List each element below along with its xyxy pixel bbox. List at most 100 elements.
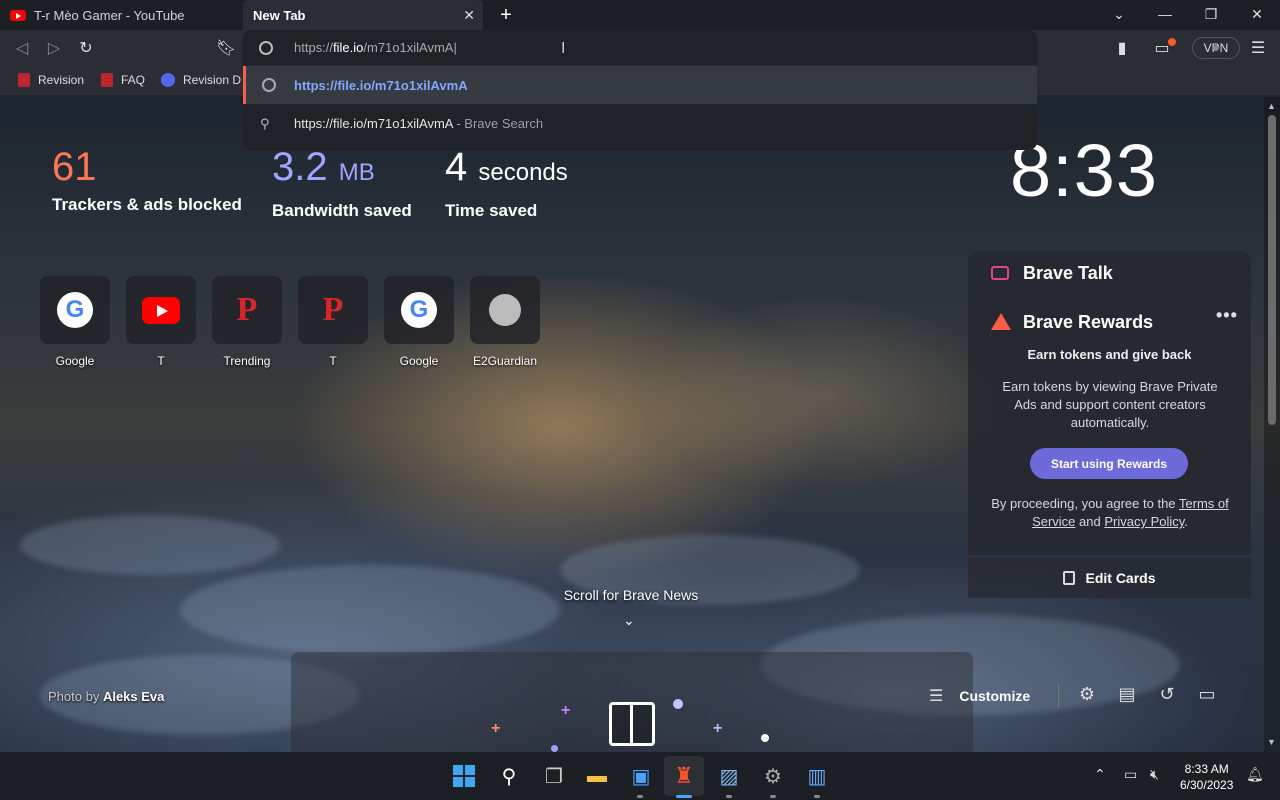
site-info-globe-icon[interactable] [259, 41, 273, 55]
more-options-icon[interactable]: ••• [1216, 305, 1238, 326]
top-site-google-2[interactable]: G Google [384, 276, 454, 368]
globe-icon [262, 78, 276, 92]
url-host: file.io [333, 40, 364, 55]
taskbar-indicator-active [676, 795, 692, 798]
globe-icon [489, 294, 521, 326]
discord-icon [161, 73, 175, 87]
taskbar-search-icon[interactable]: ⚲ [495, 762, 523, 790]
bookmark-label: Revision [38, 73, 85, 87]
google-icon: G [57, 292, 93, 328]
start-windows-icon[interactable] [450, 762, 478, 790]
window-close-icon[interactable]: ✕ [1247, 6, 1267, 23]
suggestion-url[interactable]: https://file.io/m71o1xilAvmA [243, 66, 1037, 104]
time-label: Time saved [445, 201, 538, 220]
revision-icon [101, 73, 113, 87]
settings-icon[interactable]: ⚙ [759, 762, 787, 790]
top-site-youtube[interactable]: T [126, 276, 196, 368]
top-site-t[interactable]: P T [298, 276, 368, 368]
youtube-icon [142, 296, 180, 324]
decor-dot [673, 699, 683, 709]
news-book-icon [609, 702, 655, 746]
show-hidden-icons-chevron-icon[interactable]: ⌃ [1094, 766, 1106, 783]
stat-trackers: 61 Trackers & ads blocked [52, 143, 242, 215]
brave-talk-card[interactable]: Brave Talk [968, 251, 1251, 295]
page-scrollbar[interactable]: ▲ ▼ [1264, 97, 1280, 752]
tab-search-chevron-icon[interactable]: ⌄ [1109, 6, 1129, 23]
bookmark-label: Revision Di [183, 73, 241, 87]
system-time: 8:33 AM [1184, 762, 1229, 776]
reload-icon[interactable]: ↻ [76, 38, 96, 58]
vpn-status-dot [1213, 45, 1219, 51]
brave-browser-icon[interactable]: ♜ [664, 756, 704, 796]
tab-youtube[interactable]: T-r Mèo Gamer - YouTube [0, 0, 242, 30]
taskbar-indicator [726, 795, 732, 798]
rewards-legal: By proceeding, you agree to the Terms of… [986, 495, 1234, 531]
volume-muted-icon[interactable]: 🔇︎ [1150, 766, 1159, 783]
vpn-button[interactable]: VPN [1192, 37, 1240, 59]
settings-gear-icon[interactable]: ⚙ [1076, 684, 1098, 705]
restore-icon[interactable]: ❐ [1201, 6, 1221, 23]
taskbar-indicator [814, 795, 820, 798]
top-site-label: T [329, 354, 337, 368]
top-site-label: T [157, 354, 165, 368]
youtube-icon [10, 9, 26, 21]
scrollbar-thumb[interactable] [1268, 115, 1276, 425]
top-site-e2guardian[interactable]: E2Guardian [470, 276, 540, 368]
stat-bandwidth: 3.2 MB Bandwidth saved [272, 143, 412, 221]
bookmark-faq[interactable]: FAQ [101, 73, 145, 87]
bookmark-revision-discord[interactable]: Revision Di [161, 73, 241, 87]
remote-desktop-icon[interactable]: ▥ [803, 762, 831, 790]
customize-button[interactable]: ☰ Customize [929, 686, 1030, 706]
legal-text: By proceeding, you agree to the [991, 496, 1179, 511]
bookmark-revision[interactable]: Revision [18, 73, 84, 87]
revision-p-icon: P [322, 291, 344, 328]
system-clock[interactable]: 8:33 AM 6/30/2023 [1180, 761, 1233, 793]
sparkle-icon: + [561, 702, 571, 719]
network-icon[interactable]: ▭ [1124, 766, 1137, 783]
back-icon[interactable]: ◁ [12, 38, 32, 58]
windows-taskbar: ⚲ ❐ ▬ ▣ ♜ ▨ ⚙ ▥ [0, 752, 1280, 800]
bookmark-label: FAQ [121, 73, 146, 87]
revision-p-icon: P [236, 291, 258, 328]
bookmark-icon[interactable]: 🔖︎ [216, 38, 236, 58]
scroll-for-news[interactable]: Scroll for Brave News [0, 587, 1262, 603]
top-site-label: Trending [223, 354, 271, 368]
decor-dot [551, 745, 558, 752]
sidebar-icon[interactable]: ▮ [1112, 38, 1132, 58]
bandwidth-value: 3.2 [272, 145, 328, 189]
time-value: 4 [445, 145, 468, 189]
customize-label: Customize [959, 688, 1031, 704]
revision-icon [18, 73, 30, 87]
top-site-google[interactable]: G Google [40, 276, 110, 368]
notifications-icon[interactable]: 🔔︎ [1246, 766, 1264, 783]
forward-icon[interactable]: ▷ [44, 38, 64, 58]
file-explorer-icon[interactable]: ▬ [583, 762, 611, 790]
history-icon[interactable]: ↺ [1156, 684, 1178, 705]
brave-news-peek[interactable]: + + + [291, 652, 973, 752]
address-input[interactable]: https://file.io/m71o1xilAvmA| [294, 40, 457, 55]
store-icon[interactable]: ▣ [627, 762, 655, 790]
edit-icon [1063, 571, 1076, 585]
photos-icon[interactable]: ▨ [715, 762, 743, 790]
top-site-label: E2Guardian [472, 354, 538, 368]
suggestion-search[interactable]: ⚲ https://file.io/m71o1xilAvmA - Brave S… [243, 104, 1037, 142]
url-scheme: https:// [294, 40, 334, 55]
new-tab-button[interactable]: + [496, 4, 516, 27]
sliders-icon: ☰ [929, 688, 944, 705]
tab-new-tab[interactable]: New Tab ✕ [243, 0, 483, 30]
chevron-down-icon[interactable]: ⌄ [623, 612, 635, 629]
suggestion-query: https://file.io/m71o1xilAvmA [294, 115, 453, 131]
task-view-icon[interactable]: ❐ [540, 762, 568, 790]
photo-author[interactable]: Aleks Eva [103, 689, 164, 704]
trackers-label: Trackers & ads blocked [52, 195, 242, 214]
minimize-icon[interactable]: — [1155, 6, 1175, 22]
text-cursor-icon: I [561, 40, 566, 57]
menu-icon[interactable]: ☰ [1248, 38, 1268, 58]
tab-title: New Tab [253, 7, 306, 23]
close-icon[interactable]: ✕ [463, 7, 475, 24]
top-site-trending[interactable]: P Trending [212, 276, 282, 368]
bookmarks-icon[interactable]: ▤ [1116, 684, 1138, 705]
brave-talk-video-icon[interactable]: ▭ [1196, 684, 1218, 705]
privacy-link[interactable]: Privacy Policy [1104, 514, 1184, 529]
start-rewards-button[interactable]: Start using Rewards [1030, 448, 1188, 479]
